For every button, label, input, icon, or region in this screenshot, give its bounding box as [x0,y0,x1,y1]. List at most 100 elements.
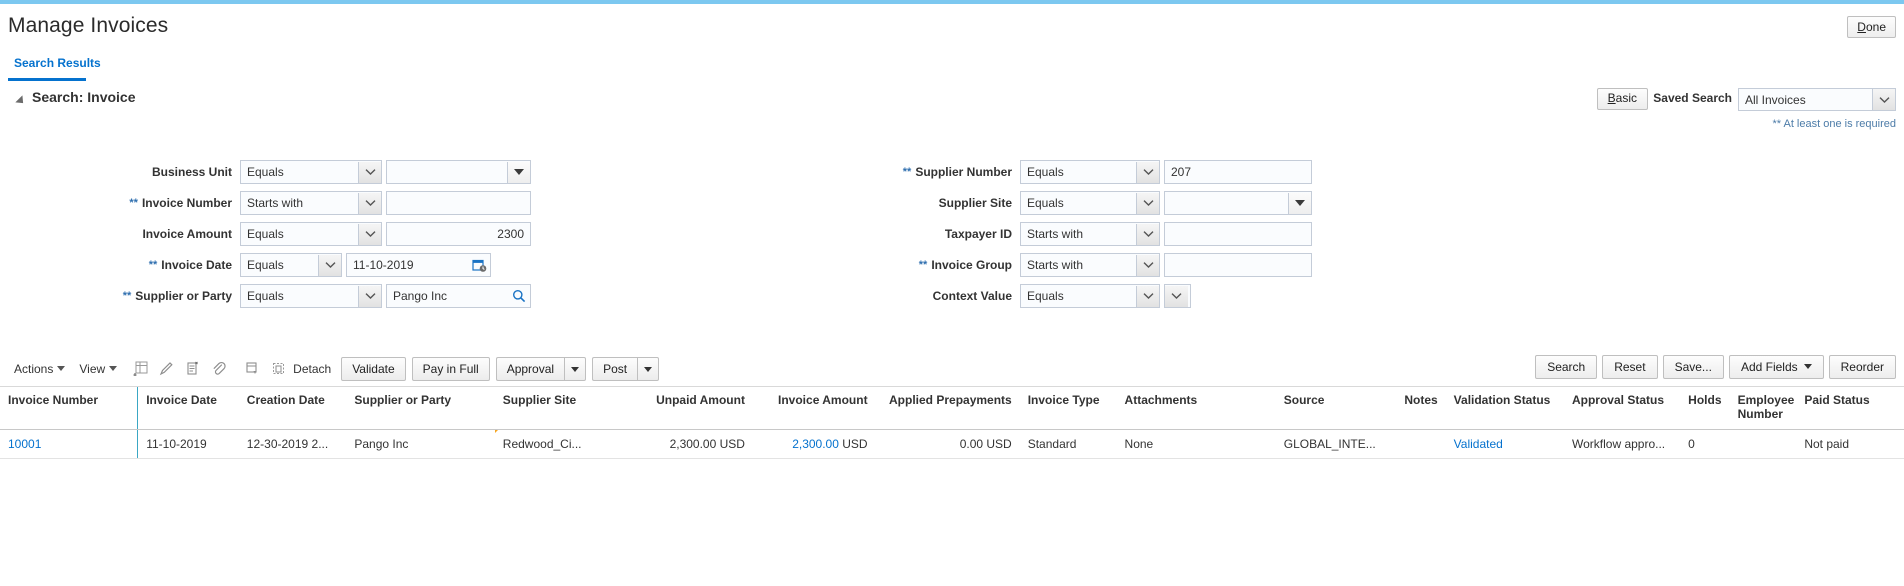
value-input[interactable]: Pango Inc [386,284,531,308]
approval-dropdown-arrow-icon[interactable] [564,357,586,381]
chevron-down-icon[interactable] [358,162,381,183]
column-header-invoice-amount[interactable]: Invoice Amount [753,387,876,430]
detach-icon[interactable] [265,358,291,380]
chevron-down-icon[interactable] [318,255,341,276]
column-header-source[interactable]: Source [1276,387,1396,430]
search-field-invoice-date: **Invoice DateEquals11-10-2019 [0,253,491,277]
tab-search-results[interactable]: Search Results [10,54,105,78]
operator-select[interactable]: Starts with [240,191,382,215]
done-button[interactable]: Done [1847,16,1896,38]
search-icon[interactable] [508,289,530,303]
value-input[interactable]: 11-10-2019 [346,253,491,277]
value-input[interactable] [386,191,531,215]
actions-menu[interactable]: Actions [14,362,65,376]
value-input[interactable] [386,160,531,184]
attachment-paperclip-icon[interactable] [205,358,231,380]
save-button[interactable]: Save... [1663,355,1724,379]
field-label-wrap: Invoice Amount [0,227,232,241]
post-split-button[interactable]: Post [592,357,659,381]
cell-source: GLOBAL_INTE... [1276,430,1396,459]
cell-text: Redwood_Ci... [503,437,582,451]
column-header-creation-date[interactable]: Creation Date [239,387,347,430]
operator-select[interactable]: Equals [1020,284,1160,308]
column-header-label: Validation Status [1454,393,1551,407]
dropdown-arrow-icon[interactable] [507,162,530,183]
cell-supplier-site: Redwood_Ci... [495,430,626,459]
operator-select[interactable]: Equals [1020,160,1160,184]
search-button[interactable]: Search [1535,355,1597,379]
chevron-down-icon[interactable] [1136,162,1159,183]
table-row[interactable]: 1000111-10-201912-30-2019 2...Pango IncR… [0,430,1904,459]
column-header-notes[interactable]: Notes [1396,387,1445,430]
column-header-unpaid-amount[interactable]: Unpaid Amount [626,387,753,430]
reorder-button[interactable]: Reorder [1829,355,1896,379]
operator-select[interactable]: Equals [1020,191,1160,215]
approval-button[interactable]: Approval [496,357,564,381]
chevron-down-icon[interactable] [1165,286,1188,307]
operator-select[interactable]: Equals [240,253,342,277]
button-label: Reorder [1841,360,1884,374]
wrap-icon[interactable] [239,358,265,380]
pay-in-full-button[interactable]: Pay in Full [412,357,490,381]
operator-select[interactable]: Starts with [1020,253,1160,277]
column-header-validation-status[interactable]: Validation Status [1446,387,1564,430]
edit-pencil-icon[interactable] [153,358,179,380]
value-select[interactable] [1164,284,1191,308]
view-menu[interactable]: View [79,362,117,376]
cell-validation-status[interactable]: Validated [1446,430,1564,459]
calendar-icon[interactable] [468,258,490,273]
cell-invoice-type: Standard [1020,430,1117,459]
column-header-invoice-date[interactable]: Invoice Date [138,387,239,430]
chevron-down-icon[interactable] [1136,224,1159,245]
column-header-employee-number[interactable]: Employee Number [1730,387,1797,430]
operator-value: Starts with [1021,258,1136,272]
dropdown-arrow-icon[interactable] [1288,193,1311,214]
cell-supplier-or-party: Pango Inc [346,430,494,459]
column-header-attachments[interactable]: Attachments [1117,387,1276,430]
freeze-icon[interactable] [127,358,153,380]
search-field-invoice-number: **Invoice NumberStarts with [0,191,531,215]
cell-text: None [1125,437,1154,451]
column-header-supplier-or-party[interactable]: Supplier or Party [346,387,494,430]
column-header-paid-status[interactable]: Paid Status [1796,387,1904,430]
value-input[interactable] [1164,253,1312,277]
chevron-down-icon[interactable] [1136,286,1159,307]
operator-value: Starts with [241,196,358,210]
basic-mode-button[interactable]: Basic [1597,88,1648,110]
chevron-down-icon[interactable] [358,193,381,214]
operator-select[interactable]: Equals [240,222,382,246]
value-input[interactable]: 2300 [386,222,531,246]
cell-text: Pango Inc [354,437,408,451]
column-header-holds[interactable]: Holds [1680,387,1729,430]
post-button[interactable]: Post [592,357,637,381]
chevron-down-icon[interactable] [358,286,381,307]
value-input[interactable] [1164,222,1312,246]
chevron-down-icon[interactable] [1136,255,1159,276]
detach-button-label[interactable]: Detach [293,362,331,376]
add-fields-button[interactable]: Add Fields [1729,355,1824,379]
saved-search-select[interactable]: All Invoices [1738,88,1896,111]
operator-select[interactable]: Starts with [1020,222,1160,246]
value-input[interactable]: 207 [1164,160,1312,184]
column-header-invoice-type[interactable]: Invoice Type [1020,387,1117,430]
validate-button[interactable]: Validate [341,357,405,381]
chevron-down-icon[interactable] [358,224,381,245]
column-header-invoice-number[interactable]: Invoice Number [0,387,138,430]
export-to-excel-icon[interactable] [179,358,205,380]
column-header-approval-status[interactable]: Approval Status [1564,387,1680,430]
operator-select[interactable]: Equals [240,284,382,308]
column-header-applied-prepayments[interactable]: Applied Prepayments [876,387,1020,430]
approval-split-button[interactable]: Approval [496,357,586,381]
triangle-collapse-icon[interactable] [15,95,26,106]
cell-text: Validated [1454,437,1503,451]
chevron-down-icon[interactable] [1872,89,1895,110]
column-header-supplier-site[interactable]: Supplier Site [495,387,626,430]
cell-invoice-amount[interactable]: 2,300.00 USD [753,430,876,459]
cell-invoice-number[interactable]: 10001 [0,430,138,459]
chevron-down-icon[interactable] [1136,193,1159,214]
operator-select[interactable]: Equals [240,160,382,184]
value-input[interactable] [1164,191,1312,215]
reset-button[interactable]: Reset [1602,355,1657,379]
post-dropdown-arrow-icon[interactable] [637,357,659,381]
saved-search-label: Saved Search [1653,91,1732,105]
